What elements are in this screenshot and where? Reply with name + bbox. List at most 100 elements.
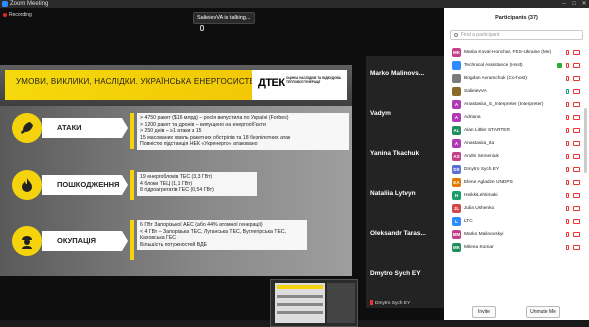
participant-row[interactable]: SalieievVA: [444, 85, 589, 98]
participant-row[interactable]: MM Marko Malinovskyi: [444, 228, 589, 241]
slide-headline: УМОВИ, ВИКЛИКИ, НАСЛІДКИ. УКРАЇНСЬКА ЕНЕ…: [16, 77, 268, 86]
section-label: ПОШКОДЖЕННЯ: [42, 175, 122, 195]
muted-mic-icon[interactable]: [566, 115, 569, 120]
section-label: ОКУПАЦІЯ: [42, 231, 122, 251]
video-off-icon[interactable]: [573, 245, 580, 250]
muted-mic-icon[interactable]: [566, 206, 569, 211]
muted-mic-icon[interactable]: [566, 128, 569, 133]
search-placeholder: Find a participant: [461, 32, 500, 38]
participant-row[interactable]: DS Dmytro Sych EY: [444, 163, 589, 176]
maximize-button[interactable]: □: [570, 0, 578, 8]
participant-row[interactable]: EA Elene Agladze UNDPS: [444, 176, 589, 189]
muted-mic-icon[interactable]: [566, 245, 569, 250]
video-off-icon[interactable]: [573, 141, 580, 146]
video-off-icon[interactable]: [573, 193, 580, 198]
muted-mic-icon[interactable]: [566, 141, 569, 146]
participant-row[interactable]: A Anastasiia_S_Interpreter (Interpreter): [444, 98, 589, 111]
microphone-icon: [200, 24, 204, 31]
participant-name: Elene Agladze UNDPS: [464, 180, 513, 185]
meeting-view: Recording SalieievVA is talking... УМОВИ…: [0, 8, 444, 327]
thumbnail-line: [277, 295, 323, 298]
section-bullets: > 4750 ракет ($16 млрд) – росія випустил…: [137, 113, 349, 150]
muted-mic-icon[interactable]: [566, 232, 569, 237]
minimize-button[interactable]: –: [560, 0, 568, 8]
participant-row[interactable]: L LTC: [444, 215, 589, 228]
video-off-icon[interactable]: [573, 89, 580, 94]
video-tile-name: Yanina Tkachuk: [370, 150, 420, 157]
avatar: L: [452, 217, 461, 226]
muted-mic-icon[interactable]: [566, 154, 569, 159]
participant-row[interactable]: H HeikkiLehtimaki: [444, 189, 589, 202]
participant-name: Alan Littler STARTER: [464, 128, 510, 133]
bullet: > 4750 ракет ($16 млрд) – росія випустил…: [140, 115, 289, 121]
participant-name: Marko Malinovskyi: [464, 232, 504, 237]
active-speaker-badge: SalieievVA is talking...: [193, 12, 255, 31]
thumbnail-screen: [275, 283, 325, 323]
participant-name: Technical Assistance (Host): [464, 63, 523, 68]
avatar: MM: [452, 230, 461, 239]
video-off-icon[interactable]: [573, 154, 580, 159]
slide-header: УМОВИ, ВИКЛИКИ, НАСЛІДКИ. УКРАЇНСЬКА ЕНЕ…: [0, 65, 352, 106]
video-off-icon[interactable]: [573, 128, 580, 133]
close-button[interactable]: ✕: [580, 0, 588, 8]
avatar: AL: [452, 126, 461, 135]
avatar: MK: [452, 243, 461, 252]
video-off-icon[interactable]: [573, 167, 580, 172]
participant-name: Dmytro Sych EY: [464, 167, 500, 172]
muted-mic-icon[interactable]: [566, 193, 569, 198]
video-off-icon[interactable]: [573, 232, 580, 237]
video-off-icon[interactable]: [573, 219, 580, 224]
muted-mic-icon[interactable]: [566, 102, 569, 107]
participant-name: Anastasiia_S_Interpreter (Interpreter): [464, 102, 544, 107]
participant-name: HeikkiLehtimaki: [464, 193, 498, 198]
video-off-icon[interactable]: [573, 206, 580, 211]
participant-name: Mariia Koval-Honchar, FES-Ukraine (Me): [464, 50, 552, 55]
recording-dot-icon: [3, 12, 7, 17]
participant-row[interactable]: Bogdan Avramchuk (Co-host): [444, 72, 589, 85]
participant-row[interactable]: MK Milena Komar: [444, 241, 589, 254]
video-off-icon[interactable]: [573, 115, 580, 120]
shared-screen-slide: УМОВИ, ВИКЛИКИ, НАСЛІДКИ. УКРАЇНСЬКА ЕНЕ…: [0, 65, 352, 276]
participants-scrollbar[interactable]: [584, 108, 587, 173]
thumbnail-panel: [327, 283, 355, 323]
muted-mic-icon[interactable]: [566, 63, 569, 68]
participant-row[interactable]: AS Andrii Semeniuk: [444, 150, 589, 163]
video-tile[interactable]: Dmytro Sych EY Dmytro Sych EY: [366, 256, 444, 308]
bullet: > 250 днів – ≥1 атаки з 15: [140, 128, 202, 135]
avatar: DS: [452, 165, 461, 174]
participant-row[interactable]: A Adriana: [444, 111, 589, 124]
participant-row[interactable]: A Anastasiia_Ita: [444, 137, 589, 150]
participant-name: LTC: [464, 219, 473, 224]
video-off-icon[interactable]: [573, 76, 580, 81]
muted-mic-icon[interactable]: [566, 167, 569, 172]
video-off-icon[interactable]: [573, 50, 580, 55]
recording-indicator[interactable]: Recording: [3, 12, 32, 18]
video-tile-name: Marko Malinovs...: [370, 70, 425, 77]
muted-mic-icon[interactable]: [566, 76, 569, 81]
bullet: Більшість потужностей ВДЕ: [140, 241, 208, 248]
section-brace: [130, 220, 134, 260]
muted-mic-icon[interactable]: [566, 50, 569, 55]
mic-on-icon[interactable]: [566, 89, 569, 94]
participant-row[interactable]: MK Mariia Koval-Honchar, FES-Ukraine (Me): [444, 46, 589, 59]
muted-mic-icon: [370, 300, 373, 306]
avatar: H: [452, 191, 461, 200]
participant-name: Bogdan Avramchuk (Co-host): [464, 76, 527, 81]
video-off-icon[interactable]: [573, 63, 580, 68]
unmute-me-button[interactable]: Unmute Me: [526, 306, 560, 318]
video-off-icon[interactable]: [573, 102, 580, 107]
avatar: JL: [452, 204, 461, 213]
participant-search-input[interactable]: Find a participant: [450, 30, 583, 40]
title-bar: Zoom Meeting – □ ✕: [0, 0, 589, 8]
invite-button[interactable]: Invite: [472, 306, 496, 318]
muted-mic-icon[interactable]: [566, 219, 569, 224]
participant-row[interactable]: Technical Assistance (Host): [444, 59, 589, 72]
avatar: A: [452, 113, 461, 122]
participant-row[interactable]: AL Alan Littler STARTER: [444, 124, 589, 137]
bullet: 8 гідроагрегатів ГЕС (0,54 ГВт): [140, 187, 214, 194]
video-off-icon[interactable]: [573, 180, 580, 185]
participant-row[interactable]: JL Julia Ushenko: [444, 202, 589, 215]
muted-mic-icon[interactable]: [566, 180, 569, 185]
avatar: MK: [452, 48, 461, 57]
participant-name: Julia Ushenko: [464, 206, 495, 211]
